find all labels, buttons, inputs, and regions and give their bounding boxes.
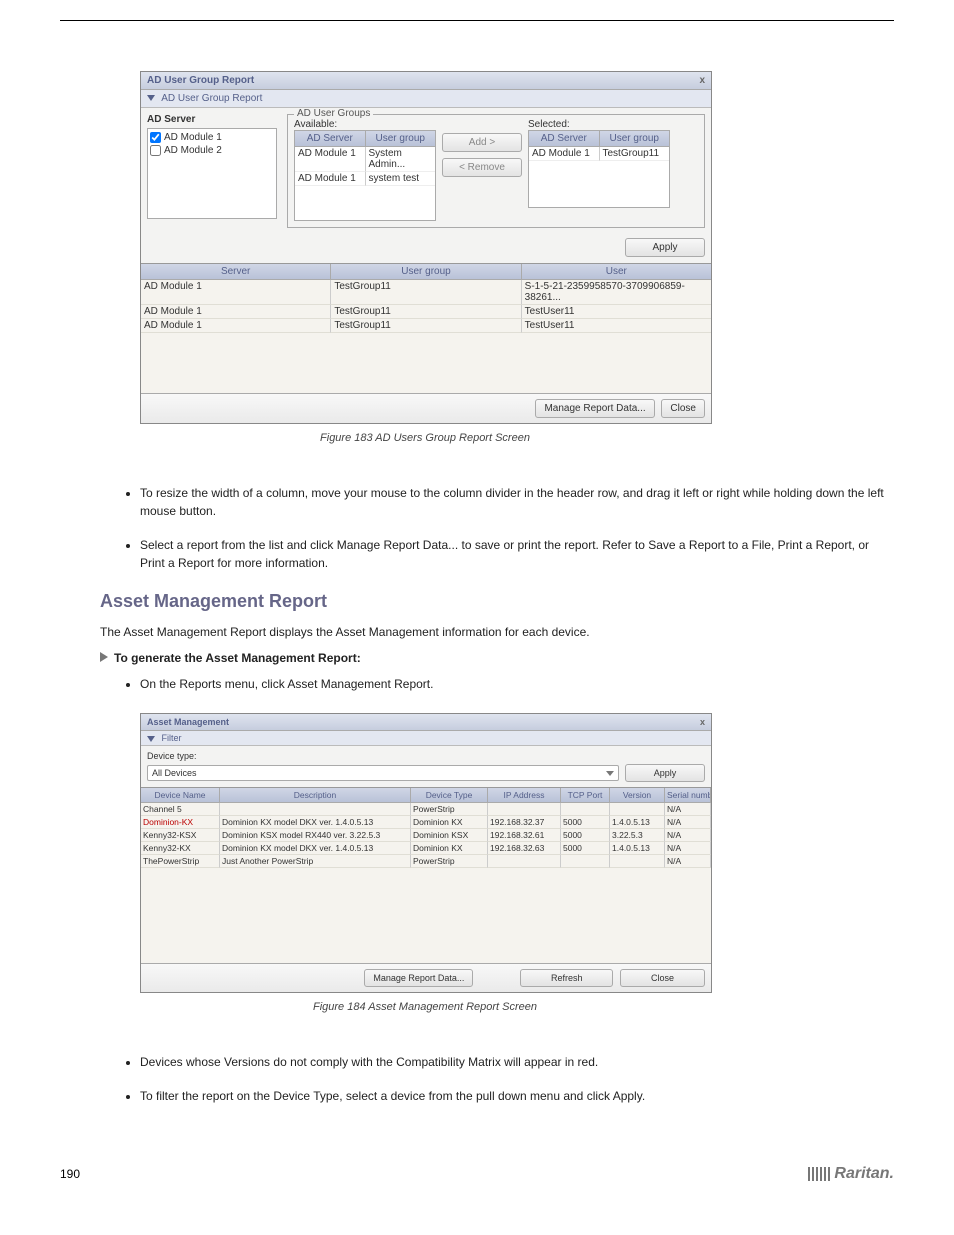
available-label: Available: bbox=[294, 119, 436, 130]
server-checkbox[interactable] bbox=[150, 132, 161, 143]
close-button[interactable]: Close bbox=[620, 969, 705, 987]
col-header[interactable]: Device Name bbox=[141, 788, 220, 803]
col-header[interactable]: Serial number bbox=[665, 788, 711, 803]
figure-caption: Figure 183 AD Users Group Report Screen bbox=[140, 432, 710, 444]
table-row[interactable]: AD Module 1system test bbox=[295, 172, 435, 186]
table-row[interactable]: AD Module 1System Admin... bbox=[295, 147, 435, 172]
server-checkbox-row[interactable]: AD Module 1 bbox=[150, 131, 274, 144]
table-row[interactable]: AD Module 1TestGroup11TestUser11 bbox=[141, 319, 711, 333]
section-title: Filter bbox=[162, 733, 182, 743]
col-header[interactable]: IP Address bbox=[488, 788, 561, 803]
section-heading: Asset Management Report bbox=[100, 588, 894, 615]
col-header[interactable]: Version bbox=[610, 788, 665, 803]
brand-logo: Raritan. bbox=[808, 1165, 894, 1183]
server-checkbox[interactable] bbox=[150, 145, 161, 156]
selected-label: Selected: bbox=[528, 119, 670, 130]
apply-button[interactable]: Apply bbox=[625, 764, 705, 782]
col-header[interactable]: Device Type bbox=[411, 788, 488, 803]
table-row[interactable]: AD Module 1TestGroup11TestUser11 bbox=[141, 305, 711, 319]
refresh-button[interactable]: Refresh bbox=[520, 969, 614, 987]
apply-button[interactable]: Apply bbox=[625, 238, 705, 257]
add-button[interactable]: Add > bbox=[442, 133, 522, 152]
selected-table[interactable]: AD Server User group AD Module 1TestGrou… bbox=[528, 130, 670, 208]
dialog-title-bar: AD User Group Report x bbox=[141, 72, 711, 90]
results-table: Server User group User AD Module 1TestGr… bbox=[141, 263, 711, 393]
device-type-label: Device type: bbox=[147, 751, 705, 761]
dialog-title: Asset Management bbox=[147, 717, 229, 727]
body-bullet: Devices whose Versions do not comply wit… bbox=[140, 1053, 894, 1071]
col-header[interactable]: Server bbox=[141, 264, 331, 280]
dialog-title-bar: Asset Management x bbox=[141, 714, 711, 731]
manage-report-button[interactable]: Manage Report Data... bbox=[364, 969, 473, 987]
dialog-title: AD User Group Report bbox=[147, 75, 254, 86]
chevron-down-icon bbox=[147, 95, 155, 101]
ad-user-group-report-dialog: AD User Group Report x AD User Group Rep… bbox=[140, 71, 712, 424]
chevron-down-icon bbox=[147, 736, 155, 742]
col-header[interactable]: TCP Port bbox=[561, 788, 610, 803]
chevron-down-icon bbox=[606, 771, 614, 776]
asset-management-dialog: Asset Management x Filter Device type: A… bbox=[140, 713, 712, 993]
close-button[interactable]: Close bbox=[661, 399, 705, 418]
table-row[interactable]: Kenny32-KSXDominion KSX model RX440 ver.… bbox=[141, 829, 711, 842]
section-header[interactable]: AD User Group Report bbox=[141, 90, 711, 108]
body-bullet: To resize the width of a column, move yo… bbox=[140, 484, 894, 520]
table-row[interactable]: Channel 5PowerStripN/A bbox=[141, 803, 711, 816]
table-row[interactable]: AD Module 1TestGroup11 bbox=[529, 147, 669, 161]
body-text: The Asset Management Report displays the… bbox=[100, 623, 894, 641]
combo-value: All Devices bbox=[152, 768, 197, 778]
figure-caption: Figure 184 Asset Management Report Scree… bbox=[140, 1001, 710, 1013]
table-row[interactable]: ThePowerStripJust Another PowerStripPowe… bbox=[141, 855, 711, 868]
available-table[interactable]: AD Server User group AD Module 1System A… bbox=[294, 130, 436, 221]
ad-server-list: AD Module 1 AD Module 2 bbox=[147, 128, 277, 219]
asset-table: Device Name Description Device Type IP A… bbox=[141, 787, 711, 963]
col-header[interactable]: AD Server bbox=[295, 131, 366, 147]
section-title: AD User Group Report bbox=[161, 93, 262, 104]
procedure-step: On the Reports menu, click Asset Managem… bbox=[140, 675, 894, 693]
manage-report-button[interactable]: Manage Report Data... bbox=[535, 399, 654, 418]
col-header[interactable]: User bbox=[522, 264, 711, 280]
table-row[interactable]: AD Module 1TestGroup11S-1-5-21-235995857… bbox=[141, 280, 711, 305]
close-icon[interactable]: x bbox=[699, 75, 705, 86]
table-row[interactable]: Kenny32-KXDominion KX model DKX ver. 1.4… bbox=[141, 842, 711, 855]
col-header[interactable]: AD Server bbox=[529, 131, 600, 147]
body-bullet: To filter the report on the Device Type,… bbox=[140, 1087, 894, 1105]
ad-server-heading: AD Server bbox=[147, 114, 277, 125]
ad-user-groups-fieldset: AD User Groups Available: AD Server User… bbox=[287, 114, 705, 228]
filter-section-header[interactable]: Filter bbox=[141, 731, 711, 746]
col-header[interactable]: User group bbox=[600, 131, 670, 147]
col-header[interactable]: User group bbox=[331, 264, 521, 280]
page-number: 190 bbox=[60, 1167, 80, 1181]
close-icon[interactable]: x bbox=[700, 717, 705, 727]
server-checkbox-row[interactable]: AD Module 2 bbox=[150, 144, 274, 157]
col-header[interactable]: User group bbox=[366, 131, 436, 147]
table-row[interactable]: Dominion-KXDominion KX model DKX ver. 1.… bbox=[141, 816, 711, 829]
procedure-heading: To generate the Asset Management Report: bbox=[100, 649, 894, 667]
brand-name: Raritan. bbox=[834, 1165, 894, 1183]
body-bullet: Select a report from the list and click … bbox=[140, 536, 894, 572]
col-header[interactable]: Description bbox=[220, 788, 411, 803]
logo-icon bbox=[808, 1167, 830, 1181]
device-type-combo[interactable]: All Devices bbox=[147, 765, 619, 781]
remove-button[interactable]: < Remove bbox=[442, 158, 522, 177]
fieldset-legend: AD User Groups bbox=[294, 108, 373, 119]
